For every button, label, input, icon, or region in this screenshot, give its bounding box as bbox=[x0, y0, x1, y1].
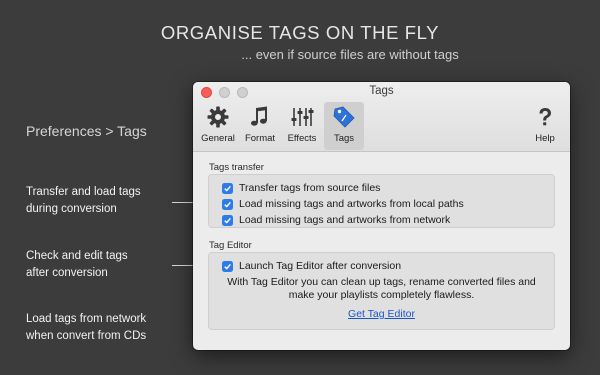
tab-tags-label: Tags bbox=[333, 133, 355, 144]
checkbox-launch-tag-editor[interactable] bbox=[222, 260, 233, 272]
checkmark-icon bbox=[224, 217, 231, 224]
option-transfer-tags-label: Transfer tags from source files bbox=[239, 182, 381, 194]
tab-format-label: Format bbox=[244, 133, 276, 144]
tag-editor-description-line-2: make your playlists completely flawless. bbox=[288, 289, 475, 301]
tab-general[interactable]: General bbox=[198, 102, 238, 150]
tags-transfer-group: Transfer tags from source files Load mis… bbox=[208, 174, 555, 228]
checkmark-icon bbox=[224, 263, 231, 270]
sliders-icon bbox=[291, 108, 314, 126]
option-network-label: Load missing tags and artworks from netw… bbox=[239, 214, 451, 226]
check-annotation-line-2: after conversion bbox=[26, 267, 108, 279]
tab-effects-label: Effects bbox=[287, 133, 317, 144]
tag-editor-description-line-1: With Tag Editor you can clean up tags, r… bbox=[227, 276, 536, 288]
tag-editor-heading: Tag Editor bbox=[209, 240, 252, 251]
preferences-toolbar: General Format Effects Tags Help bbox=[193, 102, 570, 150]
check-annotation: Check and edit tags after conversion bbox=[26, 248, 128, 282]
checkbox-network[interactable] bbox=[222, 214, 233, 226]
hero-title: ORGANISE TAGS ON THE FLY bbox=[160, 22, 440, 43]
checkmark-icon bbox=[224, 201, 231, 208]
tab-effects[interactable]: Effects bbox=[282, 102, 322, 150]
checkbox-local-paths[interactable] bbox=[222, 198, 233, 210]
option-launch-tag-editor-label: Launch Tag Editor after conversion bbox=[239, 260, 402, 272]
tab-format[interactable]: Format bbox=[240, 102, 280, 150]
preferences-window: Tags General Format Effects Tags Help Ta… bbox=[193, 82, 570, 350]
option-transfer-tags[interactable]: Transfer tags from source files bbox=[222, 180, 554, 196]
title-bar: Tags General Format Effects Tags Help bbox=[193, 82, 570, 152]
tab-tags[interactable]: Tags bbox=[324, 102, 364, 150]
checkmark-icon bbox=[224, 185, 231, 192]
preferences-path-label: Preferences > Tags bbox=[26, 123, 147, 139]
tag-icon bbox=[333, 106, 355, 128]
check-annotation-line-1: Check and edit tags bbox=[26, 250, 128, 262]
tag-editor-description: With Tag Editor you can clean up tags, r… bbox=[209, 276, 554, 302]
transfer-annotation-line-1: Transfer and load tags bbox=[26, 186, 141, 198]
option-local-paths-label: Load missing tags and artworks from loca… bbox=[239, 198, 464, 210]
option-network[interactable]: Load missing tags and artworks from netw… bbox=[222, 212, 554, 228]
network-annotation-line-1: Load tags from network bbox=[26, 313, 147, 325]
help-button[interactable]: Help bbox=[525, 102, 565, 150]
gear-icon bbox=[207, 106, 229, 128]
network-annotation-line-2: when convert from CDs bbox=[26, 330, 147, 342]
tags-transfer-heading: Tags transfer bbox=[209, 162, 264, 173]
transfer-annotation: Transfer and load tags during conversion bbox=[26, 184, 141, 218]
music-note-icon bbox=[251, 106, 267, 126]
transfer-annotation-line-2: during conversion bbox=[26, 203, 117, 215]
question-icon bbox=[539, 108, 551, 126]
hero-subtitle: ... even if source files are without tag… bbox=[241, 47, 459, 62]
network-annotation: Load tags from network when convert from… bbox=[26, 311, 146, 345]
tab-general-label: General bbox=[201, 133, 235, 144]
option-launch-tag-editor[interactable]: Launch Tag Editor after conversion bbox=[222, 258, 554, 274]
option-local-paths[interactable]: Load missing tags and artworks from loca… bbox=[222, 196, 554, 212]
help-label: Help bbox=[535, 133, 555, 144]
checkbox-transfer-tags[interactable] bbox=[222, 182, 233, 194]
get-tag-editor-link[interactable]: Get Tag Editor bbox=[209, 308, 554, 320]
window-title: Tags bbox=[369, 85, 394, 97]
tag-editor-group: Launch Tag Editor after conversion With … bbox=[208, 252, 555, 330]
